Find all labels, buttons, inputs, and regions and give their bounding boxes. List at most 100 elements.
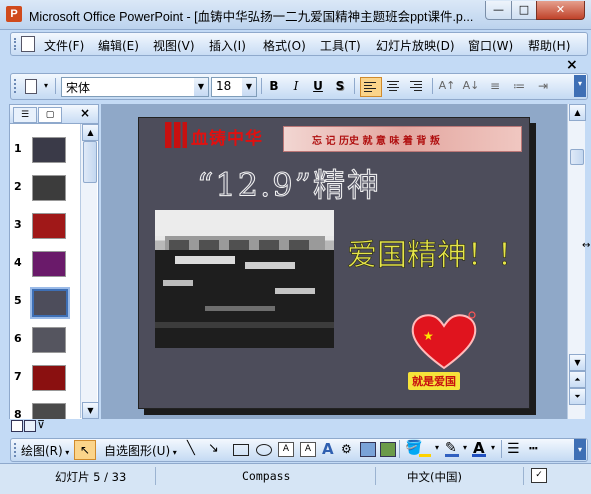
menu-view[interactable]: 视图(V) xyxy=(153,37,195,54)
underline-button[interactable]: U xyxy=(309,77,327,95)
scroll-up-icon[interactable]: ▲ xyxy=(569,104,586,121)
scroll-thumb[interactable] xyxy=(570,149,584,165)
scroll-up-icon[interactable]: ▲ xyxy=(82,124,99,141)
maximize-button[interactable]: □ xyxy=(511,1,537,20)
scroll-down-icon[interactable]: ▼ xyxy=(82,402,99,419)
slide-banner: 忘 记 历史 就 意 味 着 背 叛 xyxy=(283,126,522,152)
chevron-down-icon[interactable]: ▼ xyxy=(242,78,256,96)
font-size-combo[interactable]: 18 ▼ xyxy=(211,77,257,97)
slide-thumbnail[interactable] xyxy=(32,213,66,239)
slide-number: 6 xyxy=(14,332,22,345)
panel-tabs: ☰ ▢ × xyxy=(10,105,98,124)
rectangle-tool-icon[interactable] xyxy=(233,444,249,456)
vertical-scrollbar[interactable]: ▲ ▼ ⏶ ⏷ xyxy=(567,104,586,419)
svg-text:★: ★ xyxy=(423,329,434,343)
toolbar-separator xyxy=(354,78,355,94)
close-document-icon[interactable]: × xyxy=(566,57,578,73)
menu-window[interactable]: 窗口(W) xyxy=(468,37,513,54)
bold-button[interactable]: B xyxy=(265,77,283,95)
next-slide-icon[interactable]: ⏷ xyxy=(569,388,586,405)
menu-help[interactable]: 帮助(H) xyxy=(528,37,570,54)
align-center-button[interactable] xyxy=(384,77,404,95)
shadow-button[interactable]: S xyxy=(331,77,349,95)
vertical-textbox-icon[interactable]: A xyxy=(300,442,316,457)
toolbar-grip-icon[interactable] xyxy=(14,38,19,50)
diagram-icon[interactable]: ⚙ xyxy=(341,442,352,456)
dash-style-icon[interactable]: ┅ xyxy=(529,441,537,457)
slide-number: 3 xyxy=(14,218,22,231)
slide-thumbnail[interactable] xyxy=(30,287,70,319)
previous-slide-icon[interactable]: ⏶ xyxy=(569,371,586,388)
formatting-toolbar: ▾ 宋体 ▼ 18 ▼ B I U S A↑ A↓ ≡ ≔ ⇥ ▾ xyxy=(10,73,588,100)
slide-number: 1 xyxy=(14,142,22,155)
design-template-name: Compass xyxy=(242,469,291,483)
chevron-down-icon[interactable]: ▼ xyxy=(194,78,208,96)
oval-tool-icon[interactable] xyxy=(256,444,272,456)
splitter-icon[interactable]: ↔ xyxy=(582,240,590,251)
slide-number: 4 xyxy=(14,256,22,269)
heart-caption: 就是爱国 xyxy=(408,372,460,390)
chevron-down-icon[interactable]: ▾ xyxy=(41,77,51,95)
select-pointer-icon[interactable]: ↖ xyxy=(74,440,96,460)
wordart-icon[interactable]: A xyxy=(322,440,334,458)
menu-tools[interactable]: 工具(T) xyxy=(320,37,361,54)
slide-thumbnail[interactable] xyxy=(32,137,66,163)
chevron-down-icon[interactable]: ▾ xyxy=(491,443,495,452)
status-bar: 幻灯片 5 / 33 Compass 中文(中国) ✓ xyxy=(0,463,591,494)
increase-font-icon[interactable]: A↑ xyxy=(437,77,457,95)
line-style-icon[interactable]: ☰ xyxy=(507,441,520,457)
scroll-thumb[interactable] xyxy=(83,141,97,183)
align-left-button[interactable] xyxy=(360,77,382,97)
normal-view-icon[interactable] xyxy=(11,420,23,432)
toolbar-options-icon[interactable]: ▾ xyxy=(574,75,586,97)
clipart-icon[interactable] xyxy=(360,442,376,457)
minimize-button[interactable]: — xyxy=(485,1,512,20)
status-separator xyxy=(155,467,156,485)
slides-panel: ☰ ▢ × 12345678 ▲ ▼ xyxy=(9,104,99,429)
font-name-combo[interactable]: 宋体 ▼ xyxy=(61,77,209,97)
scroll-down-icon[interactable]: ▼ xyxy=(569,354,586,371)
align-right-button[interactable] xyxy=(407,77,427,95)
outline-tab[interactable]: ☰ xyxy=(13,107,37,123)
slide-thumbnail[interactable] xyxy=(32,251,66,277)
picture-icon[interactable] xyxy=(380,442,396,457)
slideshow-view-icon[interactable]: ⊽ xyxy=(37,418,45,431)
panel-scrollbar[interactable]: ▲ ▼ xyxy=(80,124,99,419)
close-panel-icon[interactable]: × xyxy=(80,106,90,120)
arrow-tool-icon[interactable]: ↘ xyxy=(208,441,219,456)
title-bar: P Microsoft Office PowerPoint - [血铸中华弘扬一… xyxy=(0,0,591,30)
close-window-button[interactable]: ✕ xyxy=(536,1,585,20)
powerpoint-app-icon[interactable]: P xyxy=(6,6,22,22)
numbering-icon[interactable]: ≡ xyxy=(485,77,505,95)
italic-button[interactable]: I xyxy=(287,77,305,95)
toolbar-grip-icon[interactable] xyxy=(14,79,19,93)
slide-indicator: 幻灯片 5 / 33 xyxy=(55,470,127,484)
toolbar-grip-icon[interactable] xyxy=(14,443,19,457)
chevron-down-icon[interactable]: ▾ xyxy=(463,443,467,452)
slide-thumbnail[interactable] xyxy=(32,327,66,353)
menu-edit[interactable]: 编辑(E) xyxy=(98,37,139,54)
toolbar-options-icon[interactable]: ▾ xyxy=(574,439,586,460)
chevron-down-icon[interactable]: ▾ xyxy=(435,443,439,452)
menu-slideshow[interactable]: 幻灯片放映(D) xyxy=(376,37,455,54)
menu-format[interactable]: 格式(O) xyxy=(263,37,306,54)
autoshapes-menu-button[interactable]: 自选图形(U) ▾ xyxy=(104,442,177,459)
slide-canvas[interactable]: 血铸中华 忘 记 历史 就 意 味 着 背 叛 “12.9”精神 爱国精神！！！… xyxy=(138,117,530,409)
spelling-status-icon[interactable]: ✓ xyxy=(531,468,547,483)
toolbar-separator xyxy=(399,440,400,458)
new-document-icon[interactable] xyxy=(21,77,39,95)
line-tool-icon[interactable]: ╲ xyxy=(187,441,195,456)
bullets-icon[interactable]: ≔ xyxy=(509,77,529,95)
menu-file[interactable]: 文件(F) xyxy=(44,37,84,54)
menu-insert[interactable]: 插入(I) xyxy=(209,37,246,54)
toolbar-separator xyxy=(501,440,502,458)
slide-sorter-view-icon[interactable] xyxy=(24,420,36,432)
slide-thumbnail[interactable] xyxy=(32,175,66,201)
decrease-font-icon[interactable]: A↓ xyxy=(461,77,481,95)
slide-thumbnail[interactable] xyxy=(32,365,66,391)
slides-tab[interactable]: ▢ xyxy=(38,107,62,123)
textbox-tool-icon[interactable]: A xyxy=(278,442,294,457)
draw-menu-button[interactable]: 绘图(R) ▾ xyxy=(21,442,69,459)
document-icon[interactable] xyxy=(21,36,35,52)
indent-icon[interactable]: ⇥ xyxy=(533,77,553,95)
